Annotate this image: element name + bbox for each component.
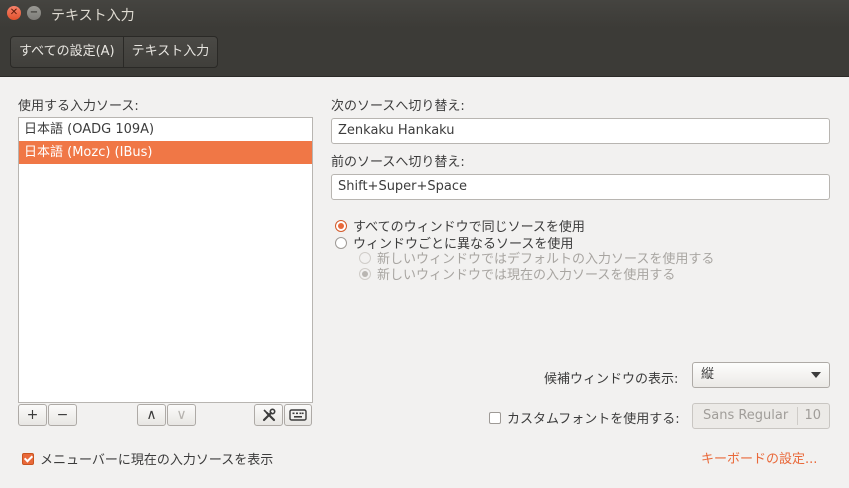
breadcrumb: すべての設定(A) テキスト入力 (10, 36, 219, 68)
keyboard-settings-link[interactable]: キーボードの設定... (701, 448, 817, 467)
dropdown-arrow-icon (811, 372, 821, 378)
radio-icon (359, 252, 371, 264)
custom-font-checkbox[interactable] (489, 412, 501, 424)
keyboard-icon (289, 409, 307, 421)
radio-selected-icon (359, 268, 371, 280)
input-source-list[interactable]: 日本語 (OADG 109A) 日本語 (Mozc) (IBus) (18, 117, 313, 403)
remove-source-button[interactable]: − (48, 404, 77, 426)
breadcrumb-text-entry[interactable]: テキスト入力 (122, 37, 218, 67)
current-source-option: 新しいウィンドウでは現在の入力ソースを使用する (359, 264, 675, 283)
prev-source-label: 前のソースへ切り替え: (331, 155, 465, 170)
move-up-button[interactable]: ∧ (137, 404, 166, 426)
font-separator (797, 407, 798, 425)
breadcrumb-all-settings[interactable]: すべての設定(A) (11, 37, 123, 67)
custom-font-label: カスタムフォントを使用する: (507, 412, 680, 427)
prev-source-shortcut-field[interactable]: Shift+Super+Space (331, 174, 830, 200)
font-name: Sans Regular (703, 408, 789, 423)
add-source-button[interactable]: + (18, 404, 47, 426)
next-source-shortcut-field[interactable]: Zenkaku Hankaku (331, 118, 830, 144)
minimize-icon[interactable]: − (27, 6, 41, 20)
tools-icon (262, 408, 276, 422)
menubar-indicator-checkbox[interactable] (22, 453, 34, 465)
next-source-label: 次のソースへ切り替え: (331, 99, 465, 114)
window-title: テキスト入力 (51, 8, 135, 24)
candidate-window-label: 候補ウィンドウの表示: (544, 372, 679, 387)
list-item[interactable]: 日本語 (OADG 109A) (19, 118, 312, 141)
candidate-orientation-value: 縦 (701, 367, 715, 382)
close-icon[interactable]: ✕ (7, 6, 21, 20)
menubar-indicator-option[interactable]: メニューバーに現在の入力ソースを表示 (22, 449, 273, 468)
font-chooser-button: Sans Regular 10 (692, 403, 830, 429)
candidate-orientation-select[interactable]: 縦 (692, 362, 830, 388)
font-size: 10 (804, 408, 821, 423)
keyboard-layout-button[interactable] (284, 404, 312, 426)
header-toolbar: すべての設定(A) テキスト入力 (0, 28, 849, 77)
radio-icon[interactable] (335, 237, 347, 249)
custom-font-option[interactable]: カスタムフォントを使用する: (489, 408, 680, 427)
title-bar: ✕ − テキスト入力 (0, 0, 849, 28)
input-sources-label: 使用する入力ソース: (18, 99, 139, 114)
radio-selected-icon[interactable] (335, 220, 347, 232)
menubar-indicator-label: メニューバーに現在の入力ソースを表示 (40, 453, 274, 468)
list-item-selected[interactable]: 日本語 (Mozc) (IBus) (19, 141, 312, 164)
move-down-button[interactable]: ∨ (167, 404, 196, 426)
source-preferences-button[interactable] (254, 404, 283, 426)
current-source-label: 新しいウィンドウでは現在の入力ソースを使用する (377, 268, 676, 283)
